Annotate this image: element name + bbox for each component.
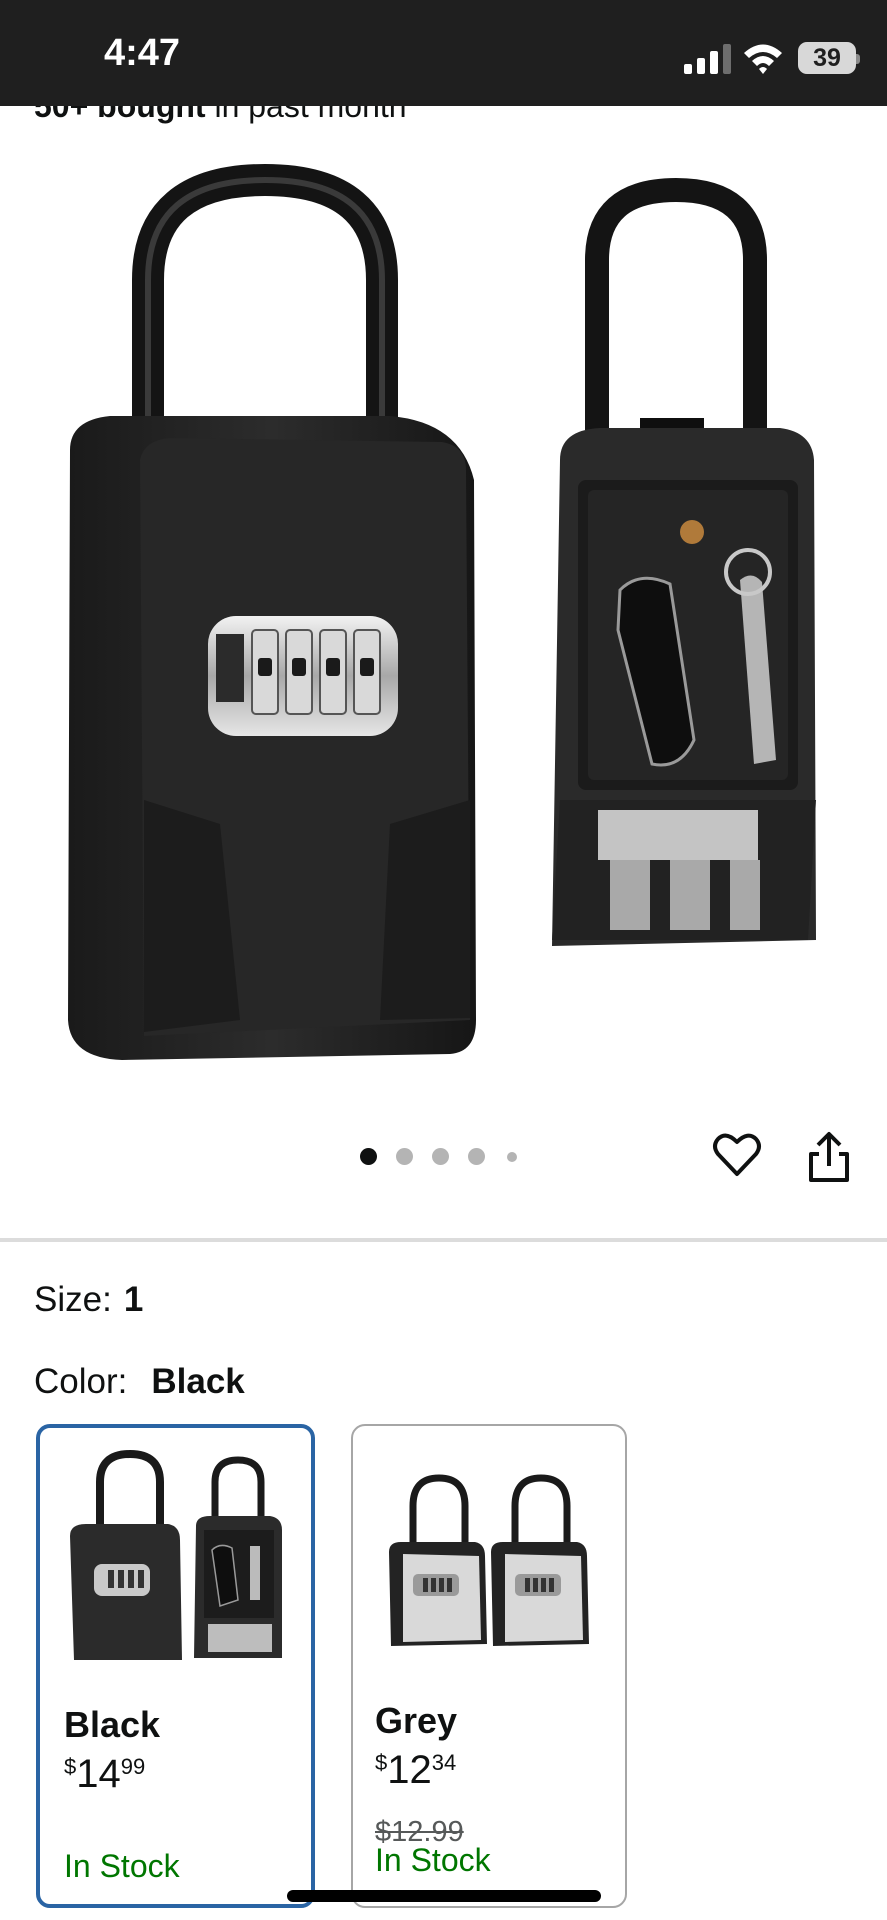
availability-text: In Stock	[375, 1842, 491, 1878]
size-value: 1	[123, 1280, 144, 1319]
availability-text: In Stock	[64, 1848, 180, 1884]
carousel-dot[interactable]	[432, 1148, 449, 1165]
color-label: Color:	[34, 1362, 128, 1401]
carousel-dot-small[interactable]	[507, 1152, 517, 1162]
cellular-signal-icon	[684, 44, 731, 74]
swatch-image-black	[70, 1450, 282, 1660]
price-currency: $	[64, 1754, 77, 1779]
status-time: 4:47	[104, 32, 181, 74]
heart-icon[interactable]	[712, 1130, 762, 1180]
product-image[interactable]	[40, 160, 850, 1060]
share-icon[interactable]	[804, 1130, 854, 1184]
price-fraction: 99	[120, 1754, 146, 1779]
color-value: Black	[151, 1362, 245, 1401]
swatch-price: $1499	[64, 1752, 145, 1797]
battery-nub	[856, 54, 860, 64]
size-selector[interactable]: Size: 1	[34, 1280, 143, 1320]
swatch-image-grey	[389, 1474, 589, 1646]
swatch-price: $1234	[375, 1748, 456, 1793]
home-indicator[interactable]	[287, 1890, 601, 1902]
carousel-dot[interactable]	[396, 1148, 413, 1165]
swatch-name: Black	[64, 1704, 161, 1745]
battery-indicator: 39	[798, 42, 860, 74]
status-bar: 4:47 39	[0, 0, 887, 106]
color-swatch-grey[interactable]: Grey $1234 $12.99 In Stock	[351, 1424, 627, 1908]
section-divider	[0, 1238, 887, 1242]
carousel-dot-active[interactable]	[360, 1148, 377, 1165]
battery-level: 39	[813, 44, 841, 72]
wifi-icon	[744, 44, 782, 74]
color-swatch-black[interactable]: Black $1499 In Stock	[36, 1424, 315, 1908]
price-currency: $	[375, 1750, 388, 1775]
size-label: Size:	[34, 1280, 112, 1319]
carousel-dot[interactable]	[468, 1148, 485, 1165]
price-whole: 14	[76, 1752, 121, 1796]
swatch-name: Grey	[375, 1700, 458, 1741]
price-whole: 12	[387, 1748, 432, 1792]
color-selector: Color: Black	[34, 1362, 245, 1402]
price-fraction: 34	[431, 1750, 457, 1775]
